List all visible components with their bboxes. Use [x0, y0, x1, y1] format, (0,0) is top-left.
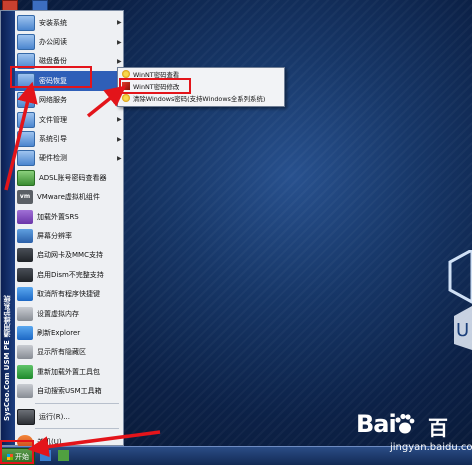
app-icon [17, 169, 35, 186]
refresh-icon [17, 325, 33, 340]
watermark-main: Bai [356, 410, 397, 438]
toolkit-icon [17, 364, 33, 379]
menu-item-label: 运行(R)... [39, 412, 71, 421]
annotation-box-password-recovery [10, 66, 92, 88]
folder-icon [17, 111, 35, 128]
menu-item-label: 系统引导 [39, 135, 67, 144]
annotation-box-start-button [0, 440, 34, 464]
submenu-item-label: 清除Windows密码(支持Windows全系列系统) [133, 94, 266, 103]
menu-item-label: ADSL账号密码查看器 [39, 173, 107, 182]
search-toolbox-icon [17, 384, 33, 399]
quicklaunch-icon[interactable] [40, 450, 51, 461]
menu-item-office-reading[interactable]: 办公阅读 ▶ [15, 32, 123, 51]
watermark-url: jingyan.baidu.com [390, 442, 472, 453]
menu-item-label: 办公阅读 [39, 38, 67, 47]
menu-item-reload-toolkit[interactable]: 重新加载外置工具包 [15, 362, 123, 381]
menu-item-adsl-viewer[interactable]: ADSL账号密码查看器 [15, 168, 123, 187]
folder-icon [17, 150, 35, 167]
menu-item-file-management[interactable]: 文件管理 ▶ [15, 110, 123, 129]
menu-item-label: 安装系统 [39, 18, 67, 27]
chevron-right-icon: ▶ [117, 135, 122, 143]
menu-item-label: 网络服务 [39, 96, 67, 105]
menu-item-label: 显示所有隐藏区 [37, 348, 86, 357]
memory-icon [17, 306, 33, 321]
run-icon [17, 408, 35, 425]
menu-item-screen-resolution[interactable]: 屏幕分辨率 [15, 226, 123, 245]
menu-item-dism[interactable]: 启用Dism不完整支持 [15, 265, 123, 284]
paw-icon [395, 413, 415, 434]
chevron-right-icon: ▶ [117, 116, 122, 124]
chevron-right-icon: ▶ [117, 57, 122, 65]
menu-item-virtual-memory[interactable]: 设置虚拟内存 [15, 304, 123, 323]
screen-icon [17, 228, 33, 243]
annotation-box-winnt-modify [119, 78, 191, 94]
menu-item-run[interactable]: 运行(R)... [15, 407, 123, 426]
menu-item-install-system[interactable]: 安装系统 ▶ [15, 13, 123, 32]
srs-icon [17, 209, 33, 224]
menu-item-load-srs[interactable]: 加载外置SRS [15, 207, 123, 226]
chevron-right-icon: ▶ [117, 38, 122, 46]
folder-icon [17, 34, 35, 51]
menu-item-label: 启用Dism不完整支持 [37, 270, 104, 279]
start-menu-brand: SysCeo.Com USM PE 通用维护系统 [3, 295, 11, 421]
menu-item-search-toolbox[interactable]: 自动搜索USM工具箱 [15, 381, 123, 400]
menu-item-label: 重新加载外置工具包 [37, 367, 100, 376]
chevron-right-icon: ▶ [117, 19, 122, 27]
menu-item-label: 屏幕分辨率 [37, 231, 72, 240]
menu-item-label: 自动搜索USM工具箱 [37, 387, 102, 396]
folder-icon [17, 92, 35, 109]
watermark-main-suffix: 百 [428, 416, 448, 440]
menu-item-label: 启动网卡及MMC支持 [37, 251, 103, 260]
quicklaunch-icon[interactable] [58, 450, 69, 461]
chevron-right-icon: ▶ [117, 154, 122, 162]
menu-item-label: 设置虚拟内存 [37, 309, 79, 318]
menu-item-cancel-shortcuts[interactable]: 取消所有程序快捷键 [15, 284, 123, 303]
menu-item-label: 加载外置SRS [37, 212, 79, 221]
folder-icon [17, 131, 35, 148]
key-icon [122, 94, 130, 102]
menu-item-label: 磁盘备份 [39, 57, 67, 66]
menu-item-show-hidden[interactable]: 显示所有隐藏区 [15, 343, 123, 362]
menu-item-vmware[interactable]: vm VMware虚拟机组件 [15, 188, 123, 207]
menu-item-network-service[interactable]: 网络服务▶ [15, 91, 123, 110]
menu-item-hardware-detect[interactable]: 硬件检测 ▶ [15, 149, 123, 168]
menu-item-network-card[interactable]: 启动网卡及MMC支持 [15, 246, 123, 265]
menu-item-label: 取消所有程序快捷键 [37, 290, 100, 299]
menu-item-label: VMware虚拟机组件 [37, 193, 100, 202]
menu-item-label: 刷新Explorer [37, 328, 81, 337]
network-card-icon [17, 248, 33, 263]
key-icon [122, 70, 130, 78]
usm-logo-icon: U [448, 250, 472, 350]
shortcut-icon [17, 287, 33, 302]
menu-item-system-boot[interactable]: 系统引导 ▶ [15, 129, 123, 148]
menu-item-label: 硬件检测 [39, 154, 67, 163]
svg-text:U: U [456, 320, 469, 341]
menu-item-refresh-explorer[interactable]: 刷新Explorer [15, 323, 123, 342]
dism-icon [17, 267, 33, 282]
vmware-icon: vm [17, 190, 33, 205]
drive-icon [17, 345, 33, 360]
folder-icon [17, 14, 35, 31]
menu-item-label: 文件管理 [39, 115, 67, 124]
baidu-watermark: Bai 百 jingyan.baidu.com [348, 408, 472, 464]
